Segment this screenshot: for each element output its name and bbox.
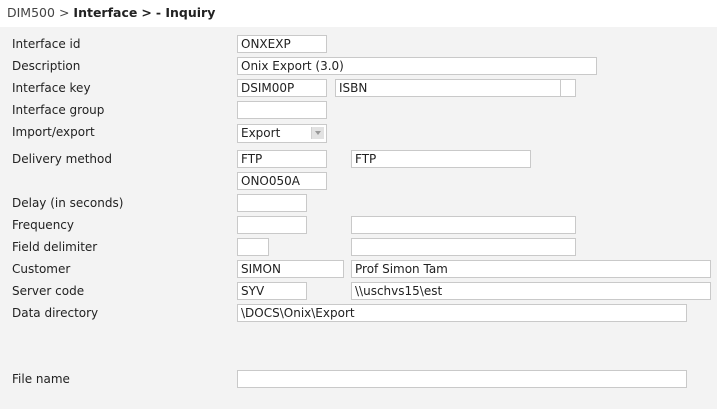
customer-field[interactable]: SIMON bbox=[237, 260, 344, 278]
description-field[interactable]: Onix Export (3.0) bbox=[237, 57, 597, 75]
import-export-label: Import/export bbox=[12, 125, 95, 139]
description-label: Description bbox=[12, 59, 81, 73]
inquiry-form: Interface id ONXEXP Description Onix Exp… bbox=[0, 27, 717, 409]
file-name-field[interactable] bbox=[237, 370, 687, 388]
frequency-field[interactable] bbox=[237, 216, 307, 234]
delivery-program-field[interactable]: ONO050A bbox=[237, 172, 327, 190]
import-export-select[interactable]: Export bbox=[237, 124, 327, 143]
delay-label: Delay (in seconds) bbox=[12, 196, 124, 210]
delivery-method-label: Delivery method bbox=[12, 152, 112, 166]
frequency-description-field[interactable] bbox=[351, 216, 576, 234]
interface-key-extra-field[interactable] bbox=[560, 79, 576, 97]
server-path-field[interactable]: \\uschvs15\est bbox=[351, 282, 711, 300]
breadcrumb-separator: > bbox=[58, 5, 70, 20]
breadcrumb-interface[interactable]: Interface bbox=[73, 5, 137, 20]
frequency-label: Frequency bbox=[12, 218, 74, 232]
data-directory-label: Data directory bbox=[12, 306, 99, 320]
field-delimiter-description-field[interactable] bbox=[351, 238, 576, 256]
interface-key-file-field[interactable]: DSIM00P bbox=[237, 79, 327, 97]
title-bar: DIM500 > Interface > - Inquiry bbox=[0, 0, 717, 26]
delivery-method-field[interactable]: FTP bbox=[237, 150, 327, 168]
interface-key-label: Interface key bbox=[12, 81, 91, 95]
delay-field[interactable] bbox=[237, 194, 307, 212]
file-name-label: File name bbox=[12, 372, 70, 386]
chevron-down-icon[interactable] bbox=[311, 127, 324, 139]
interface-key-field[interactable]: ISBN bbox=[335, 79, 561, 97]
interface-group-field[interactable] bbox=[237, 101, 327, 119]
server-code-field[interactable]: SYV bbox=[237, 282, 307, 300]
field-delimiter-label: Field delimiter bbox=[12, 240, 98, 254]
interface-id-label: Interface id bbox=[12, 37, 81, 51]
field-delimiter-field[interactable] bbox=[237, 238, 269, 256]
server-code-label: Server code bbox=[12, 284, 85, 298]
interface-id-field[interactable]: ONXEXP bbox=[237, 35, 327, 53]
data-directory-field[interactable]: \DOCS\Onix\Export bbox=[237, 304, 687, 322]
breadcrumb-separator: > bbox=[141, 5, 152, 20]
breadcrumb-program[interactable]: DIM500 bbox=[7, 5, 55, 20]
breadcrumb-mode: - Inquiry bbox=[155, 5, 216, 20]
interface-group-label: Interface group bbox=[12, 103, 105, 117]
customer-name-field[interactable]: Prof Simon Tam bbox=[351, 260, 711, 278]
customer-label: Customer bbox=[12, 262, 71, 276]
delivery-method-description-field[interactable]: FTP bbox=[351, 150, 531, 168]
import-export-value: Export bbox=[241, 126, 281, 140]
breadcrumb: DIM500 > Interface > - Inquiry bbox=[7, 5, 215, 20]
